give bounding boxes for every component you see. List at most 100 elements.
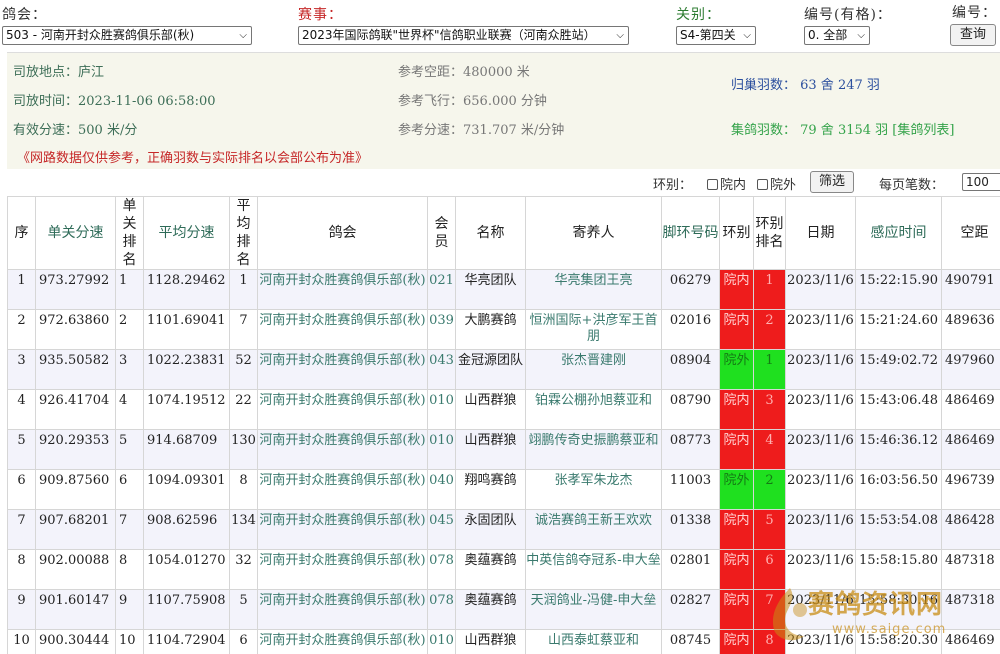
outside-checkbox[interactable] xyxy=(757,179,768,190)
cell-speed: 973.27992 xyxy=(35,269,116,310)
cell-club-link[interactable]: 河南开封众胜赛鸽俱乐部(秋) xyxy=(257,309,428,350)
cell-member-link[interactable]: 045 xyxy=(427,509,456,550)
results-table-body: 1 973.27992 1 1128.29462 1 河南开封众胜赛鸽俱乐部(秋) 021 华… xyxy=(7,269,1000,654)
club-select[interactable]: 503 - 河南开封众胜赛鸽俱乐部(秋) ⌵ xyxy=(2,26,252,45)
page-size-select[interactable]: 100 xyxy=(962,173,1000,191)
cell-club-link[interactable]: 河南开封众胜赛鸽俱乐部(秋) xyxy=(257,269,428,310)
cell-ring-rank: 8 xyxy=(753,629,786,654)
col-avg-speed[interactable]: 平均分速 xyxy=(143,196,230,270)
cell-owner-link[interactable]: 张孝军朱龙杰 xyxy=(525,469,662,510)
cell-avg-speed: 908.62596 xyxy=(143,509,230,550)
cell-speed: 920.29353 xyxy=(35,429,116,470)
col-owner: 寄养人 xyxy=(525,196,662,270)
cell-owner-link[interactable]: 山西泰虹蔡亚和 xyxy=(525,629,662,654)
col-time[interactable]: 感应时间 xyxy=(855,196,942,270)
cell-date: 2023/11/6 xyxy=(785,309,856,350)
cell-rank: 2 xyxy=(115,309,144,350)
club-select-value: 503 - 河南开封众胜赛鸽俱乐部(秋) xyxy=(6,28,195,42)
cell-ring-rank: 1 xyxy=(753,269,786,310)
cell-owner-link[interactable]: 中英信鸽夺冠系-申大垒 xyxy=(525,549,662,590)
cell-club-link[interactable]: 河南开封众胜赛鸽俱乐部(秋) xyxy=(257,469,428,510)
cell-member-link[interactable]: 040 xyxy=(427,469,456,510)
inside-filter[interactable]: 院内 xyxy=(707,174,746,193)
table-row: 7 907.68201 7 908.62596 134 河南开封众胜赛鸽俱乐部(秋) 045… xyxy=(7,509,1000,550)
chevron-down-icon: ⌵ xyxy=(857,30,865,41)
cell-team-name: 华亮团队 xyxy=(455,269,526,310)
cell-member-link[interactable]: 010 xyxy=(427,389,456,430)
cell-owner-link[interactable]: 铂霖公棚孙旭蔡亚和 xyxy=(525,389,662,430)
col-seq: 序 xyxy=(7,196,36,270)
cell-owner-link[interactable]: 华亮集团王亮 xyxy=(525,269,662,310)
cell-speed: 972.63860 xyxy=(35,309,116,350)
collected-list-link[interactable]: [集鸽列表] xyxy=(892,123,954,138)
cell-member-link[interactable]: 010 xyxy=(427,429,456,470)
col-speed[interactable]: 单关分速 xyxy=(35,196,116,270)
number-mode-select[interactable]: 0. 全部 ⌵ xyxy=(804,26,870,45)
cell-member-link[interactable]: 039 xyxy=(427,309,456,350)
cell-team-name: 永固团队 xyxy=(455,509,526,550)
cell-member-link[interactable]: 010 xyxy=(427,629,456,654)
cell-ring-rank: 5 xyxy=(753,509,786,550)
cell-distance: 490791 xyxy=(941,269,1000,310)
cell-avg-speed: 914.68709 xyxy=(143,429,230,470)
cell-ring-type: 院内 xyxy=(719,509,754,550)
ref-flight: 参考飞行：656.000 分钟 xyxy=(398,94,547,109)
cell-avg-speed: 1128.29462 xyxy=(143,269,230,310)
cell-distance: 497960 xyxy=(941,349,1000,390)
cell-member-link[interactable]: 078 xyxy=(427,589,456,630)
cell-member-link[interactable]: 021 xyxy=(427,269,456,310)
cell-owner-link[interactable]: 翊鹏传奇史振鹏蔡亚和 xyxy=(525,429,662,470)
cell-date: 2023/11/6 xyxy=(785,549,856,590)
cell-date: 2023/11/6 xyxy=(785,429,856,470)
cell-avg-speed: 1094.09301 xyxy=(143,469,230,510)
valid-speed: 有效分速：500 米/分 xyxy=(13,123,138,138)
cell-distance: 496739 xyxy=(941,469,1000,510)
cell-distance: 486428 xyxy=(941,509,1000,550)
cell-member-link[interactable]: 043 xyxy=(427,349,456,390)
cell-club-link[interactable]: 河南开封众胜赛鸽俱乐部(秋) xyxy=(257,509,428,550)
cell-team-name: 山西群狼 xyxy=(455,389,526,430)
col-distance: 空距 xyxy=(941,196,1000,270)
inside-checkbox[interactable] xyxy=(707,179,718,190)
cell-seq: 7 xyxy=(7,509,36,550)
cell-speed: 909.87560 xyxy=(35,469,116,510)
cell-ring-number: 02016 xyxy=(661,309,720,350)
cell-owner-link[interactable]: 张杰晋建刚 xyxy=(525,349,662,390)
cell-ring-type: 院内 xyxy=(719,309,754,350)
cell-team-name: 大鹏赛鸽 xyxy=(455,309,526,350)
cell-member-link[interactable]: 078 xyxy=(427,549,456,590)
cell-owner-link[interactable]: 诚浩赛鸽王新王欢欢 xyxy=(525,509,662,550)
cell-ring-type: 院内 xyxy=(719,589,754,630)
cell-owner-link[interactable]: 恒洲国际+洪彦军王首朋 xyxy=(525,309,662,350)
cell-avg-rank: 7 xyxy=(229,309,258,350)
table-row: 5 920.29353 5 914.68709 130 河南开封众胜赛鸽俱乐部(秋) 010… xyxy=(7,429,1000,470)
cell-date: 2023/11/6 xyxy=(785,349,856,390)
col-club: 鸽会 xyxy=(257,196,428,270)
cell-avg-rank: 22 xyxy=(229,389,258,430)
filter-button[interactable]: 筛选 xyxy=(810,171,854,193)
col-ring[interactable]: 脚环号码 xyxy=(661,196,720,270)
cell-ring-type: 院外 xyxy=(719,469,754,510)
cell-rank: 8 xyxy=(115,549,144,590)
cell-club-link[interactable]: 河南开封众胜赛鸽俱乐部(秋) xyxy=(257,629,428,654)
cell-club-link[interactable]: 河南开封众胜赛鸽俱乐部(秋) xyxy=(257,389,428,430)
cell-speed: 901.60147 xyxy=(35,589,116,630)
cell-owner-link[interactable]: 天润鸽业-冯健-申大垒 xyxy=(525,589,662,630)
cell-rank: 4 xyxy=(115,389,144,430)
query-button[interactable]: 查询 xyxy=(950,24,996,46)
race-select[interactable]: 2023年国际鸽联"世界杯"信鸽职业联赛（河南众胜站） ⌵ xyxy=(298,26,629,45)
table-row: 8 902.00088 8 1054.01270 32 河南开封众胜赛鸽俱乐部(秋) 078… xyxy=(7,549,1000,590)
cell-distance: 486469 xyxy=(941,389,1000,430)
cell-club-link[interactable]: 河南开封众胜赛鸽俱乐部(秋) xyxy=(257,589,428,630)
cell-club-link[interactable]: 河南开封众胜赛鸽俱乐部(秋) xyxy=(257,429,428,470)
cell-distance: 486469 xyxy=(941,429,1000,470)
cell-club-link[interactable]: 河南开封众胜赛鸽俱乐部(秋) xyxy=(257,549,428,590)
outside-filter[interactable]: 院外 xyxy=(757,174,796,193)
table-row: 9 901.60147 9 1107.75908 5 河南开封众胜赛鸽俱乐部(秋) 078 奥… xyxy=(7,589,1000,630)
cell-ring-rank: 7 xyxy=(753,589,786,630)
cell-ring-type: 院内 xyxy=(719,629,754,654)
cell-club-link[interactable]: 河南开封众胜赛鸽俱乐部(秋) xyxy=(257,349,428,390)
stage-select[interactable]: S4-第四关 ⌵ xyxy=(676,26,756,45)
race-filter: 赛事： 2023年国际鸽联"世界杯"信鸽职业联赛（河南众胜站） ⌵ xyxy=(298,6,629,45)
cell-ring-type: 院内 xyxy=(719,549,754,590)
